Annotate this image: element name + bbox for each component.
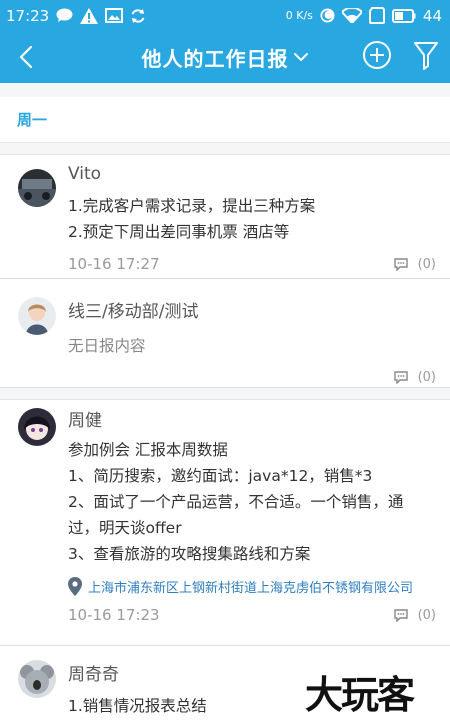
avatar [18, 408, 56, 446]
report-line: 参加例会 汇报本周数据 [68, 441, 228, 459]
author-name: 周健 [68, 411, 102, 431]
filter-icon [414, 42, 438, 70]
comment-count: (0) [417, 256, 436, 272]
chevron-down-icon [293, 53, 308, 62]
app-header: 他人的工作日报 [0, 31, 450, 83]
sync-icon [130, 8, 146, 24]
sim-card-icon [368, 7, 385, 24]
add-button[interactable] [362, 40, 392, 74]
location-text: 上海市浦东新区上钢新村街道上海克虏伯不锈钢有限公司 [88, 581, 414, 596]
comment-icon [393, 257, 408, 271]
report-location[interactable]: 上海市浦东新区上钢新村街道上海克虏伯不锈钢有限公司 [68, 577, 436, 596]
image-notification-icon [105, 8, 124, 23]
empty-report-text: 无日报内容 [68, 337, 146, 355]
battery-icon [391, 8, 416, 23]
avatar [18, 297, 56, 335]
clock: 17:23 [6, 6, 50, 25]
spacer [0, 83, 450, 97]
comment-count: (0) [417, 607, 436, 623]
report-time: 10-16 17:23 [68, 606, 160, 624]
avatar [18, 169, 56, 207]
filter-button[interactable] [414, 40, 438, 74]
report-time: 10-16 17:27 [68, 255, 160, 273]
report-line: 1.完成客户需求记录，提出三种方案 [68, 197, 316, 215]
comment-icon [393, 608, 408, 622]
spacer [0, 388, 450, 400]
wifi-icon [341, 8, 362, 23]
report-card[interactable]: 线三/移动部/测试 无日报内容 (0) [0, 279, 450, 388]
report-line: 2、面试了一个产品运营，不合适。一个销售，通 [68, 493, 404, 511]
avatar [18, 660, 56, 698]
battery-level: 44 [422, 6, 442, 25]
network-speed: 0 K/s [285, 9, 313, 22]
plus-circle-icon [363, 41, 391, 69]
back-button[interactable] [0, 31, 52, 83]
comment-button[interactable]: (0) [393, 256, 436, 272]
do-not-disturb-icon [320, 8, 335, 23]
chat-notification-icon [56, 8, 73, 23]
report-line: 1、简历搜索，邀约面试：java*12，销售*3 [68, 467, 373, 485]
comment-button[interactable]: (0) [393, 607, 436, 623]
author-name: 线三/移动部/测试 [68, 302, 199, 322]
comment-icon [393, 371, 408, 384]
chevron-left-icon [19, 45, 33, 69]
comment-button[interactable]: (0) [393, 370, 436, 385]
report-type-dropdown[interactable]: 他人的工作日报 [142, 43, 309, 72]
report-line: 过，明天谈offer [68, 519, 182, 537]
author-name: Vito [68, 164, 102, 184]
watermark: 大玩客 [305, 672, 415, 717]
report-card[interactable]: Vito 1.完成客户需求记录，提出三种方案 2.预定下周出差同事机票 酒店等 … [0, 155, 450, 279]
location-pin-icon [68, 577, 82, 596]
spacer [0, 143, 450, 155]
status-bar: 17:23 0 K/s 44 [0, 0, 450, 31]
warning-icon [80, 7, 99, 24]
report-line: 2.预定下周出差同事机票 酒店等 [68, 223, 290, 241]
page-title: 他人的工作日报 [141, 46, 289, 71]
report-line: 3、查看旅游的攻略搜集路线和方案 [68, 545, 311, 563]
report-card[interactable]: 周健 参加例会 汇报本周数据 1、简历搜索，邀约面试：java*12，销售*3 … [0, 400, 450, 646]
comment-count: (0) [417, 370, 436, 385]
section-weekday: 周一 [0, 97, 450, 143]
